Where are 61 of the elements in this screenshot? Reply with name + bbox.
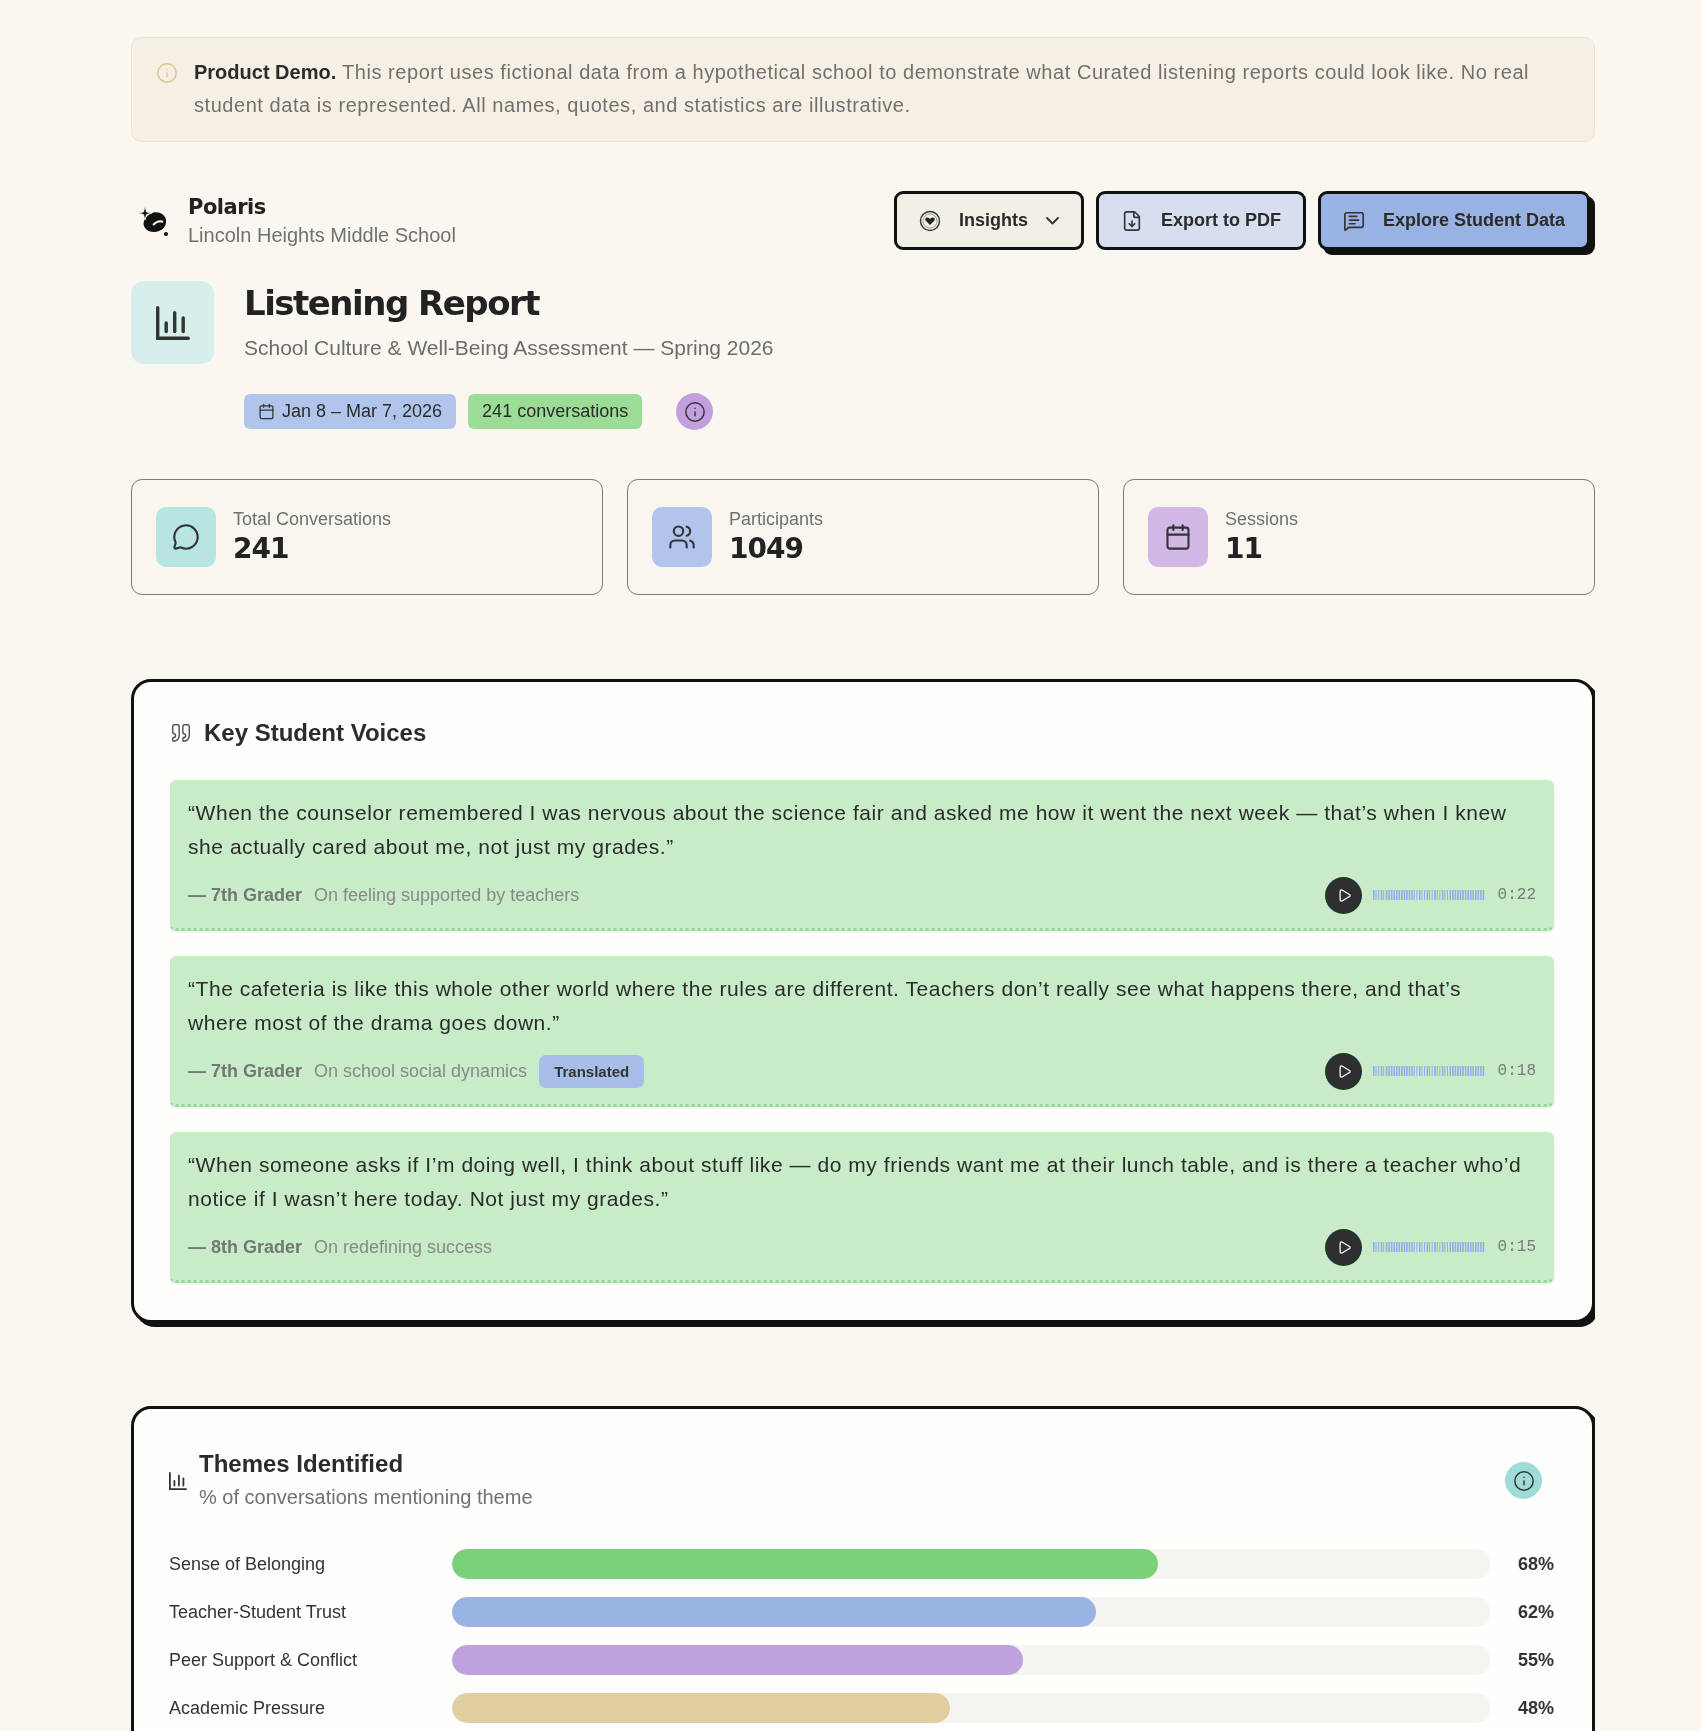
audio-duration: 0:18 <box>1497 1062 1536 1080</box>
notice-text: Product Demo. This report uses fictional data from a hypothetical school to demonstrate what Curated listening reports could look like. No real student data is represented. All names, quotes, and statistics are illustrative. <box>194 60 1531 118</box>
bar-chart-icon <box>155 305 190 340</box>
section-subtitle: % of conversations mentioning theme <box>199 1486 534 1509</box>
message-icon <box>1342 209 1365 232</box>
heart-badge-icon <box>918 209 941 232</box>
quote-topic: On feeling supported by teachers <box>314 884 580 906</box>
play-button[interactable] <box>1324 876 1362 914</box>
calendar-icon <box>258 403 275 420</box>
theme-label: Sense of Belonging <box>169 1553 327 1575</box>
quote-topic: On redefining success <box>314 1236 493 1258</box>
info-icon <box>156 62 178 84</box>
stat-value: 1049 <box>729 531 804 567</box>
play-button[interactable] <box>1324 1228 1362 1266</box>
logo-icon <box>136 204 170 237</box>
info-button[interactable] <box>1505 1462 1542 1499</box>
theme-label: Peer Support & Conflict <box>169 1649 359 1671</box>
theme-percent: 48% <box>1516 1697 1554 1719</box>
quote-text: “The cafeteria is like this whole other world where the rules are different. Teachers don’t really see what happens there, and that’s where most of the drama goes down.” <box>188 976 1463 1036</box>
translated-badge: Translated <box>539 1054 645 1088</box>
brand-name: Polaris <box>188 193 267 221</box>
info-icon <box>683 400 706 423</box>
calendar-icon <box>1164 523 1192 551</box>
conversations-tag: 241 conversations <box>468 394 643 429</box>
theme-percent: 55% <box>1516 1649 1554 1671</box>
section-title: Key Student Voices <box>204 719 427 747</box>
quote-text: “When someone asks if I’m doing well, I think about stuff like — do my friends want me at their lunch table, and is there a teacher who’d notice if I wasn’t here today. Not just my grades.” <box>188 1152 1523 1212</box>
student-grade: — 7th Grader <box>188 1060 303 1082</box>
people-icon <box>668 523 696 551</box>
report-title: Listening Report <box>244 282 541 324</box>
theme-label: Academic Pressure <box>169 1697 327 1719</box>
speech-bubble-icon <box>172 523 200 551</box>
info-button[interactable] <box>676 393 714 430</box>
quote-text: “When the counselor remembered I was nervous about the science fair and asked me how it went the next week — that’s when I knew she actually cared about me, not just my grades.” <box>188 800 1508 860</box>
theme-label: Teacher-Student Trust <box>169 1601 348 1623</box>
play-icon <box>1336 887 1352 903</box>
theme-percent: 62% <box>1516 1601 1554 1623</box>
student-grade: — 8th Grader <box>188 1236 303 1258</box>
quote-icon <box>170 722 192 744</box>
bar-chart-icon <box>169 1472 187 1490</box>
stat-label: Total Conversations <box>233 508 392 531</box>
play-icon <box>1336 1239 1352 1255</box>
play-button[interactable] <box>1324 1052 1362 1090</box>
quote-topic: On school social dynamics <box>314 1060 528 1082</box>
insights-dropdown[interactable]: Insights <box>893 191 1084 250</box>
stat-value: 11 <box>1225 531 1263 567</box>
export-button[interactable]: Export to PDF <box>1095 191 1306 250</box>
audio-duration: 0:15 <box>1497 1238 1536 1256</box>
school-name: Lincoln Heights Middle School <box>188 222 456 248</box>
stat-label: Participants <box>729 508 824 531</box>
section-title: Themes Identified <box>199 1450 405 1478</box>
audio-duration: 0:22 <box>1497 886 1536 904</box>
chevron-down-icon <box>1045 216 1059 225</box>
student-grade: — 7th Grader <box>188 884 303 906</box>
play-icon <box>1336 1063 1352 1079</box>
report-subtitle: School Culture & Well-Being Assessment — Spring 2026 <box>244 335 774 361</box>
theme-percent: 68% <box>1516 1553 1554 1575</box>
stat-label: Sessions <box>1225 508 1299 531</box>
date-range-tag: Jan 8 – Mar 7, 2026 <box>244 394 457 429</box>
info-icon <box>1512 1469 1535 1492</box>
stat-value: 241 <box>233 531 290 567</box>
